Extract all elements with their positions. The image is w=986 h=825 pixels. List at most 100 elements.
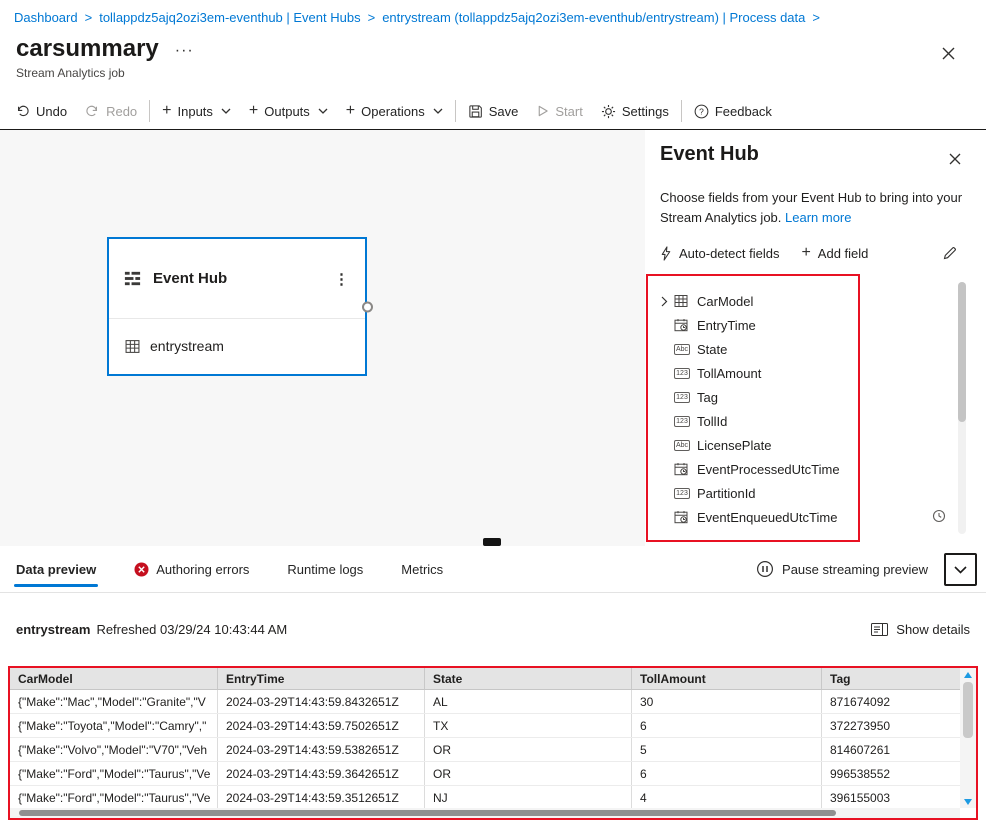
undo-button[interactable]: Undo [6,95,76,127]
close-icon [942,47,955,60]
column-header-carmodel: CarModel [10,668,218,689]
number-type-icon: 123 [674,415,691,427]
scroll-down-button[interactable] [960,795,976,808]
horizontal-scrollbar-thumb[interactable] [19,810,836,816]
panel-scrollbar[interactable] [958,282,966,534]
redo-button[interactable]: Redo [76,95,146,127]
pause-streaming-button[interactable]: Pause streaming preview [756,546,928,592]
preview-header: entrystream Refreshed 03/29/24 10:43:44 … [16,617,970,641]
edit-fields-button[interactable] [940,243,960,263]
start-button[interactable]: Start [527,95,591,127]
table-cell: OR [425,738,632,761]
field-row-tag[interactable]: 123 Tag [648,385,858,409]
gear-icon [601,104,616,119]
breadcrumb-link-dashboard[interactable]: Dashboard [14,10,78,25]
history-clock-icon [932,509,946,523]
preview-refreshed-text: Refreshed 03/29/24 10:43:44 AM [96,621,288,637]
tab-runtime-logs[interactable]: Runtime logs [287,546,363,592]
show-details-label: Show details [896,621,970,637]
collapse-preview-button[interactable] [944,553,977,586]
vertical-scrollbar-thumb[interactable] [963,682,973,738]
settings-button[interactable]: Settings [592,95,678,127]
tab-metrics[interactable]: Metrics [401,546,443,592]
output-connector[interactable] [362,301,373,312]
table-row: {"Make":"Ford","Model":"Taurus","Ve 2024-… [10,786,960,808]
outputs-label: Outputs [264,103,310,119]
number-type-icon: 123 [674,487,691,499]
add-operations-dropdown[interactable]: + Operations [337,95,452,127]
table-cell: 2024-03-29T14:43:59.3642651Z [218,762,425,785]
plus-icon: + [801,244,811,261]
event-hub-node[interactable]: Event Hub ⋮ entrystream [107,237,373,376]
close-editor-button[interactable] [939,44,958,63]
undo-icon [15,104,30,118]
table-cell: 814607261 [830,742,891,757]
field-row-partitionid[interactable]: 123 PartitionId [648,481,858,505]
chevron-down-icon [318,108,328,114]
node-stream-name: entrystream [150,338,224,354]
save-label: Save [488,103,519,119]
pause-icon [756,560,774,578]
panel-scrollbar-thumb[interactable] [958,282,966,422]
node-menu-button[interactable]: ⋮ [332,270,351,288]
text-badge: Abc [674,343,690,355]
vertical-scrollbar[interactable] [960,668,976,808]
breadcrumb-link-entrystream-tollappd[interactable]: entrystream (tollappdz5ajq2ozi3em-eventh… [382,10,805,25]
start-label: Start [555,103,583,119]
scroll-up-button[interactable] [960,668,976,681]
datetime-icon [674,318,691,332]
pause-label: Pause streaming preview [782,561,928,577]
tab-authoring-errors[interactable]: Authoring errors [134,546,249,592]
field-row-tollid[interactable]: 123 TollId [648,409,858,433]
tab-data-preview[interactable]: Data preview [13,546,99,592]
add-inputs-dropdown[interactable]: + Inputs [153,95,240,127]
tab-label: Metrics [401,561,444,577]
add-field-button[interactable]: + Add field [801,245,868,261]
field-name: TollId [697,413,728,429]
field-row-carmodel[interactable]: CarModel [648,289,858,313]
field-row-tollamount[interactable]: 123 TollAmount [648,361,858,385]
panel-close-button[interactable] [946,150,964,168]
field-row-state[interactable]: Abc State [648,337,858,361]
page-title: carsummary [16,35,159,62]
expand-chevron-icon[interactable] [661,296,674,307]
table-cell: 396155003 [830,790,891,805]
config-panel: Event Hub Choose fields from your Event … [645,130,986,546]
tabs: Data preview Authoring errors Runtime logs… [13,546,443,592]
table-cell: {"Make":"Ford","Model":"Taurus","Ve [10,786,218,808]
datetime-icon [674,510,691,524]
panel-resize-handle[interactable] [483,538,501,546]
field-name: CarModel [697,293,754,309]
field-row-eventenqueuedutctime[interactable]: EventEnqueuedUtcTime [648,505,858,529]
diagram-canvas[interactable]: Event Hub ⋮ entrystream [0,130,645,546]
field-row-licenseplate[interactable]: Abc LicensePlate [648,433,858,457]
text-badge: Abc [674,439,690,451]
preview-stream-name: entrystream [16,621,91,637]
table-header-row: CarModel EntryTime State TollAmount Tag [10,668,960,690]
table-cell: 2024-03-29T14:43:59.5382651Z [218,738,425,761]
add-outputs-dropdown[interactable]: + Outputs [240,95,337,127]
table-row: {"Make":"Toyota","Model":"Camry"," 2024-0… [10,714,960,738]
field-row-entrytime[interactable]: EntryTime [648,313,858,337]
show-details-button[interactable]: Show details [871,622,970,637]
horizontal-scrollbar[interactable] [10,808,960,818]
auto-detect-fields-button[interactable]: Auto-detect fields [660,246,779,261]
column-header-state: State [425,668,632,689]
operations-label: Operations [361,103,425,119]
save-button[interactable]: Save [459,95,528,127]
breadcrumb-separator: > [84,9,93,25]
feedback-button[interactable]: ? Feedback [685,95,781,127]
field-row-eventprocessedutctime[interactable]: EventProcessedUtcTime [648,457,858,481]
more-menu-button[interactable]: ··· [175,43,194,59]
lightning-icon [660,245,672,261]
breadcrumb: Dashboard > tollappdz5ajq2ozi3em-eventhub … [0,0,986,34]
table-cell: 6 [632,762,822,785]
column-header-tag: Tag [830,671,851,686]
pencil-icon [943,247,956,260]
auto-detect-label: Auto-detect fields [679,245,780,261]
breadcrumb-link-tollappdz5ajq2ozi3em[interactable]: tollappdz5ajq2ozi3em-eventhub | Event Hu… [99,10,360,25]
column-header-tollamount: TollAmount [632,668,822,689]
learn-more-link[interactable]: Learn more [785,210,851,225]
panel-description: Choose fields from your Event Hub to bri… [660,188,974,228]
field-name: EventProcessedUtcTime [697,461,840,477]
